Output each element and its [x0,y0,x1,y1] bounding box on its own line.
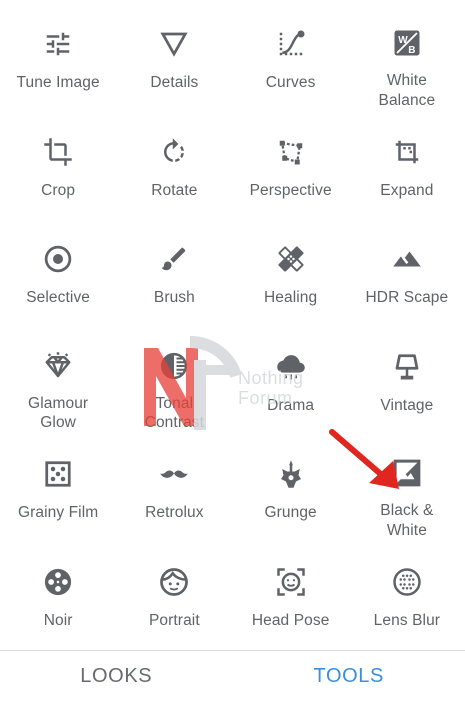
tool-crop[interactable]: Crop [0,108,116,216]
tonal-contrast-icon [158,351,190,381]
tab-tools[interactable]: TOOLS [233,651,465,706]
tool-selective[interactable]: Selective [0,215,116,323]
tool-details[interactable]: Details [116,0,232,108]
mountains-icon [391,243,423,275]
tool-label: Tonal Contrast [145,394,204,433]
tools-grid: Tune Image Details Curves WB White Balan… [0,0,465,645]
black-white-icon [391,458,423,488]
curves-icon [275,28,307,60]
perspective-icon [275,136,307,168]
tool-white-balance[interactable]: WB White Balance [349,0,465,108]
tool-noir[interactable]: Noir [0,538,116,646]
cloud-rain-icon [275,351,307,383]
tool-label: Black & White [380,501,433,540]
tool-label: Details [150,73,198,93]
triangle-down-icon [158,28,190,60]
tool-label: Healing [264,288,317,308]
tool-label: HDR Scape [366,288,449,308]
tool-glamour-glow[interactable]: Glamour Glow [0,323,116,431]
guitar-icon [275,458,307,490]
tool-label: Drama [267,396,314,416]
grain-icon [42,458,74,490]
tool-label: Retrolux [145,503,204,523]
tool-label: Lens Blur [374,611,440,631]
tool-tune-image[interactable]: Tune Image [0,0,116,108]
rotate-icon [158,136,190,168]
mustache-icon [158,458,190,490]
tool-grunge[interactable]: Grunge [233,430,349,538]
expand-icon [391,136,423,168]
white-balance-icon: WB [391,28,423,58]
tool-brush[interactable]: Brush [116,215,232,323]
tool-curves[interactable]: Curves [233,0,349,108]
crop-icon [42,136,74,168]
tool-label: Glamour Glow [28,394,88,433]
tool-label: Brush [154,288,195,308]
tool-label: Expand [380,181,433,201]
tool-expand[interactable]: Expand [349,108,465,216]
tool-label: Grainy Film [18,503,98,523]
svg-text:B: B [408,45,415,56]
tool-label: Perspective [250,181,332,201]
tool-rotate[interactable]: Rotate [116,108,232,216]
tool-grainy-film[interactable]: Grainy Film [0,430,116,538]
lamp-icon [391,351,423,383]
brush-icon [158,243,190,275]
bottom-nav: LOOKS TOOLS [0,650,465,706]
tool-label: Crop [41,181,75,201]
tab-looks[interactable]: LOOKS [0,651,233,706]
face-icon [158,566,190,598]
tool-label: Rotate [151,181,197,201]
tool-retrolux[interactable]: Retrolux [116,430,232,538]
tool-label: Noir [44,611,73,631]
tool-label: Grunge [264,503,316,523]
tool-label: Head Pose [252,611,330,631]
diamond-icon [42,351,74,381]
tool-head-pose[interactable]: Head Pose [233,538,349,646]
lens-blur-icon [391,566,423,598]
tool-vintage[interactable]: Vintage [349,323,465,431]
tool-black-white[interactable]: Black & White [349,430,465,538]
tool-label: White Balance [379,71,436,110]
tool-perspective[interactable]: Perspective [233,108,349,216]
tool-portrait[interactable]: Portrait [116,538,232,646]
tool-healing[interactable]: Healing [233,215,349,323]
tool-label: Portrait [149,611,200,631]
selective-icon [42,243,74,275]
face-frame-icon [275,566,307,598]
tool-tonal-contrast[interactable]: Tonal Contrast [116,323,232,431]
tool-label: Curves [266,73,316,93]
healing-icon [275,243,307,275]
tool-hdr-scape[interactable]: HDR Scape [349,215,465,323]
tool-label: Vintage [380,396,433,416]
tool-label: Selective [26,288,90,308]
film-reel-icon [42,566,74,598]
sliders-icon [42,28,74,60]
tool-lens-blur[interactable]: Lens Blur [349,538,465,646]
tool-drama[interactable]: Drama [233,323,349,431]
tool-label: Tune Image [17,73,100,93]
